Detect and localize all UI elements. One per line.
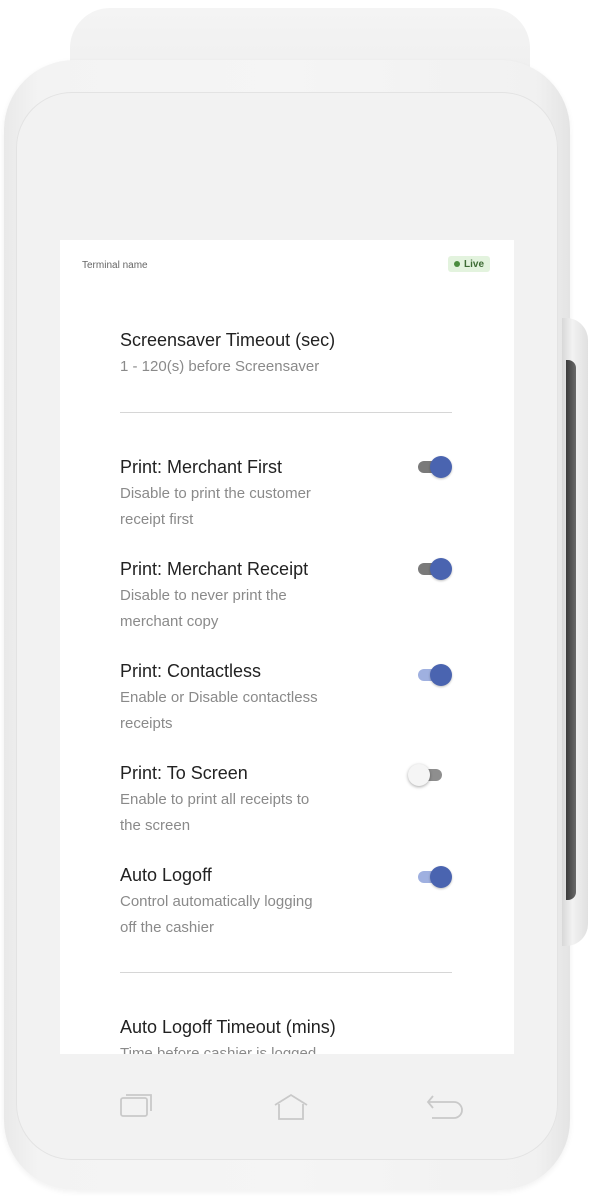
live-dot-icon <box>454 261 460 267</box>
description-line: Control automatically logging <box>120 893 313 910</box>
divider <box>120 412 452 413</box>
setting-auto-logoff: Auto Logoff Control automatically loggin… <box>120 864 460 941</box>
live-label: Live <box>464 258 485 270</box>
toggle-print-contactless[interactable] <box>416 662 452 686</box>
setting-description: Disable to never print the merchant copy <box>120 583 460 635</box>
device-side-button[interactable] <box>566 360 576 900</box>
description-line: receipts <box>120 715 173 732</box>
description-line: off the cashier <box>120 919 214 936</box>
description-line: the screen <box>120 817 191 834</box>
toggle-knob <box>430 866 452 888</box>
home-icon[interactable] <box>271 1092 311 1122</box>
toggle-print-merchant-first[interactable] <box>416 454 452 478</box>
description-line: receipt first <box>120 511 194 528</box>
toggle-knob <box>430 558 452 580</box>
toggle-auto-logoff[interactable] <box>416 864 452 888</box>
description-line: Enable or Disable contactless <box>120 689 318 706</box>
back-icon[interactable] <box>424 1092 466 1120</box>
setting-title: Auto Logoff Timeout (mins) <box>120 1017 336 1037</box>
setting-title: Screensaver Timeout (sec) <box>120 330 336 350</box>
setting-auto-logoff-timeout[interactable]: Auto Logoff Timeout (mins) Time before c… <box>120 1016 460 1054</box>
setting-title: Auto Logoff <box>120 865 212 885</box>
setting-title: Print: Merchant First <box>120 457 283 477</box>
toggle-knob <box>408 764 430 786</box>
setting-description: Disable to print the customer receipt fi… <box>120 481 460 533</box>
toggle-print-to-screen[interactable] <box>408 762 444 786</box>
setting-print-merchant-first: Print: Merchant First Disable to print t… <box>120 456 460 533</box>
setting-description: Control automatically logging off the ca… <box>120 889 460 941</box>
setting-title: Print: Contactless <box>120 661 262 681</box>
description-line: Disable to never print the <box>120 587 287 604</box>
setting-print-merchant-receipt: Print: Merchant Receipt Disable to never… <box>120 558 460 635</box>
toggle-knob <box>430 456 452 478</box>
divider <box>120 972 452 973</box>
terminal-name: Terminal name <box>82 260 148 271</box>
live-status-badge: Live <box>448 256 491 272</box>
setting-description: Enable or Disable contactless receipts <box>120 685 460 737</box>
description-line: merchant copy <box>120 613 219 630</box>
terminal-screen: Terminal name Live Screensaver Timeout (… <box>60 240 514 1054</box>
setting-description: 1 - 120(s) before Screensaver <box>120 358 320 375</box>
description-line: Disable to print the customer <box>120 485 311 502</box>
setting-screensaver-timeout[interactable]: Screensaver Timeout (sec) 1 - 120(s) bef… <box>120 329 460 380</box>
description-line: Enable to print all receipts to <box>120 791 310 808</box>
setting-title: Print: Merchant Receipt <box>120 559 309 579</box>
setting-description: Time before cashier is logged <box>120 1045 317 1054</box>
setting-print-contactless: Print: Contactless Enable or Disable con… <box>120 660 460 737</box>
status-bar: Terminal name Live <box>60 240 514 292</box>
toggle-print-merchant-receipt[interactable] <box>416 556 452 580</box>
toggle-knob <box>430 664 452 686</box>
setting-description: Enable to print all receipts to the scre… <box>120 787 460 839</box>
recent-apps-icon[interactable] <box>118 1092 156 1118</box>
